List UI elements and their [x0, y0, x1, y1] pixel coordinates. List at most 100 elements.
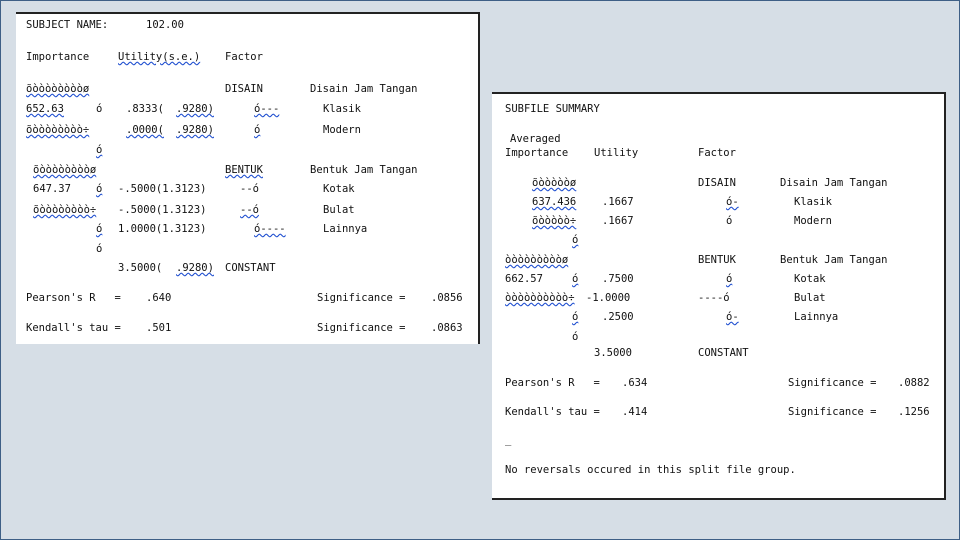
kendall-value: .501: [146, 322, 172, 334]
utility-modern: .0000(: [126, 124, 164, 136]
kendall-significance-label: Significance =: [317, 322, 406, 334]
plot-mark-bulat: ----ó: [698, 292, 730, 304]
panel-top-border: [16, 12, 480, 14]
subfile-summary-title: SUBFILE SUMMARY: [505, 103, 600, 115]
header-utility: Utility(s.e.): [118, 51, 201, 63]
bar-glyph: ó: [96, 223, 103, 235]
level-kotak: Kotak: [794, 273, 826, 285]
utility-kotak: .7500: [602, 273, 634, 285]
no-reversals-footer: No reversals occured in this split file …: [505, 464, 796, 476]
factor-bentuk: BENTUK: [698, 254, 736, 266]
subject-name-value: 102.00: [146, 19, 184, 31]
level-lainnya: Lainnya: [323, 223, 368, 235]
importance-bar-top: õòòòòòø: [532, 177, 577, 189]
utility-bulat: -1.0000: [586, 292, 631, 304]
plot-mark-kotak: ó: [726, 273, 733, 285]
importance-bar-bottom: òòòòòòòòòò÷: [505, 292, 575, 304]
bar-glyph: ó: [96, 103, 103, 115]
plot-mark-lainnya: ó-: [726, 311, 739, 323]
pearson-value: .640: [146, 292, 172, 304]
panel-bottom-border: [492, 498, 946, 500]
header-factor: Factor: [698, 147, 736, 159]
kendall-label: Kendall's tau =: [26, 322, 121, 334]
level-bulat: Bulat: [323, 204, 355, 216]
factor-disain: DISAIN: [225, 83, 263, 95]
utility-constant: 3.5000(: [118, 262, 163, 274]
importance-bar-bottom: õòòòòòòòò÷: [33, 204, 97, 216]
utility-bulat: -.5000(1.3123): [118, 204, 207, 216]
bar-glyph: ó: [96, 144, 103, 156]
pearson-significance-label: Significance =: [788, 377, 877, 389]
header-averaged: Averaged: [510, 133, 561, 145]
importance-bentuk: 662.57: [505, 273, 543, 285]
factor-disain-label: Disain Jam Tangan: [780, 177, 888, 189]
importance-bar-bottom: õòòòòòòòò÷: [26, 124, 90, 136]
factor-bentuk: BENTUK: [225, 164, 263, 176]
plot-mark-lainnya: ó----: [254, 223, 286, 235]
header-utility: Utility: [594, 147, 639, 159]
factor-bentuk-label: Bentuk Jam Tangan: [310, 164, 418, 176]
subject-name-label: SUBJECT NAME:: [26, 19, 109, 31]
importance-bar-top: õòòòòòòòòø: [26, 83, 90, 95]
subject-output-panel: SUBJECT NAME: 102.00 Importance Utility(…: [16, 12, 480, 344]
bar-glyph: ó: [96, 183, 103, 195]
level-lainnya: Lainnya: [794, 311, 839, 323]
factor-disain: DISAIN: [698, 177, 736, 189]
header-importance: Importance: [26, 51, 90, 63]
plot-mark-klasik: ó-: [726, 196, 739, 208]
pearson-value: .634: [622, 377, 648, 389]
utility-constant: 3.5000: [594, 347, 632, 359]
kendall-significance-label: Significance =: [788, 406, 877, 418]
pearson-label: Pearson's R =: [26, 292, 121, 304]
utility-klasik: .8333(: [126, 103, 164, 115]
panel-right-border: [944, 92, 946, 500]
bar-glyph: ó: [572, 234, 579, 246]
factor-disain-label: Disain Jam Tangan: [310, 83, 418, 95]
constant-label: CONSTANT: [225, 262, 276, 274]
kendall-label: Kendall's tau =: [505, 406, 600, 418]
separator-dash: _: [505, 434, 512, 446]
plot-mark-modern: ó: [254, 124, 261, 136]
pearson-significance-value: .0856: [431, 292, 463, 304]
utility-lainnya: 1.0000(1.3123): [118, 223, 207, 235]
plot-mark-modern: ó: [726, 215, 733, 227]
pearson-significance-label: Significance =: [317, 292, 406, 304]
kendall-significance-value: .0863: [431, 322, 463, 334]
subfile-summary-panel: SUBFILE SUMMARY Averaged Importance Util…: [492, 92, 946, 500]
importance-bentuk: 647.37: [33, 183, 71, 195]
utility-modern: .1667: [602, 215, 634, 227]
kendall-significance-value: .1256: [898, 406, 930, 418]
utility-kotak: -.5000(1.3123): [118, 183, 207, 195]
importance-disain: 652.63: [26, 103, 64, 115]
importance-bar-bottom: õòòòòò÷: [532, 215, 577, 227]
factor-bentuk-label: Bentuk Jam Tangan: [780, 254, 888, 266]
bar-glyph: ó: [572, 331, 579, 343]
panel-top-border: [492, 92, 946, 94]
constant-label: CONSTANT: [698, 347, 749, 359]
level-bulat: Bulat: [794, 292, 826, 304]
level-modern: Modern: [323, 124, 361, 136]
pearson-significance-value: .0882: [898, 377, 930, 389]
se-constant: .9280): [176, 262, 214, 274]
se-modern: .9280): [176, 124, 214, 136]
se-klasik: .9280): [176, 103, 214, 115]
plot-mark-bulat: --ó: [240, 204, 259, 216]
panel-right-border: [478, 12, 480, 344]
plot-mark-klasik: ó---: [254, 103, 280, 115]
bar-glyph: ó: [572, 311, 579, 323]
bar-glyph: ó: [572, 273, 579, 285]
importance-disain: 637.436: [532, 196, 577, 208]
level-modern: Modern: [794, 215, 832, 227]
kendall-value: .414: [622, 406, 648, 418]
importance-bar-top: òòòòòòòòòø: [505, 254, 569, 266]
header-importance: Importance: [505, 147, 569, 159]
utility-lainnya: .2500: [602, 311, 634, 323]
header-factor: Factor: [225, 51, 263, 63]
level-klasik: Klasik: [323, 103, 361, 115]
importance-bar-top: õòòòòòòòòø: [33, 164, 97, 176]
pearson-label: Pearson's R =: [505, 377, 600, 389]
utility-klasik: .1667: [602, 196, 634, 208]
level-kotak: Kotak: [323, 183, 355, 195]
plot-mark-kotak: --ó: [240, 183, 259, 195]
level-klasik: Klasik: [794, 196, 832, 208]
